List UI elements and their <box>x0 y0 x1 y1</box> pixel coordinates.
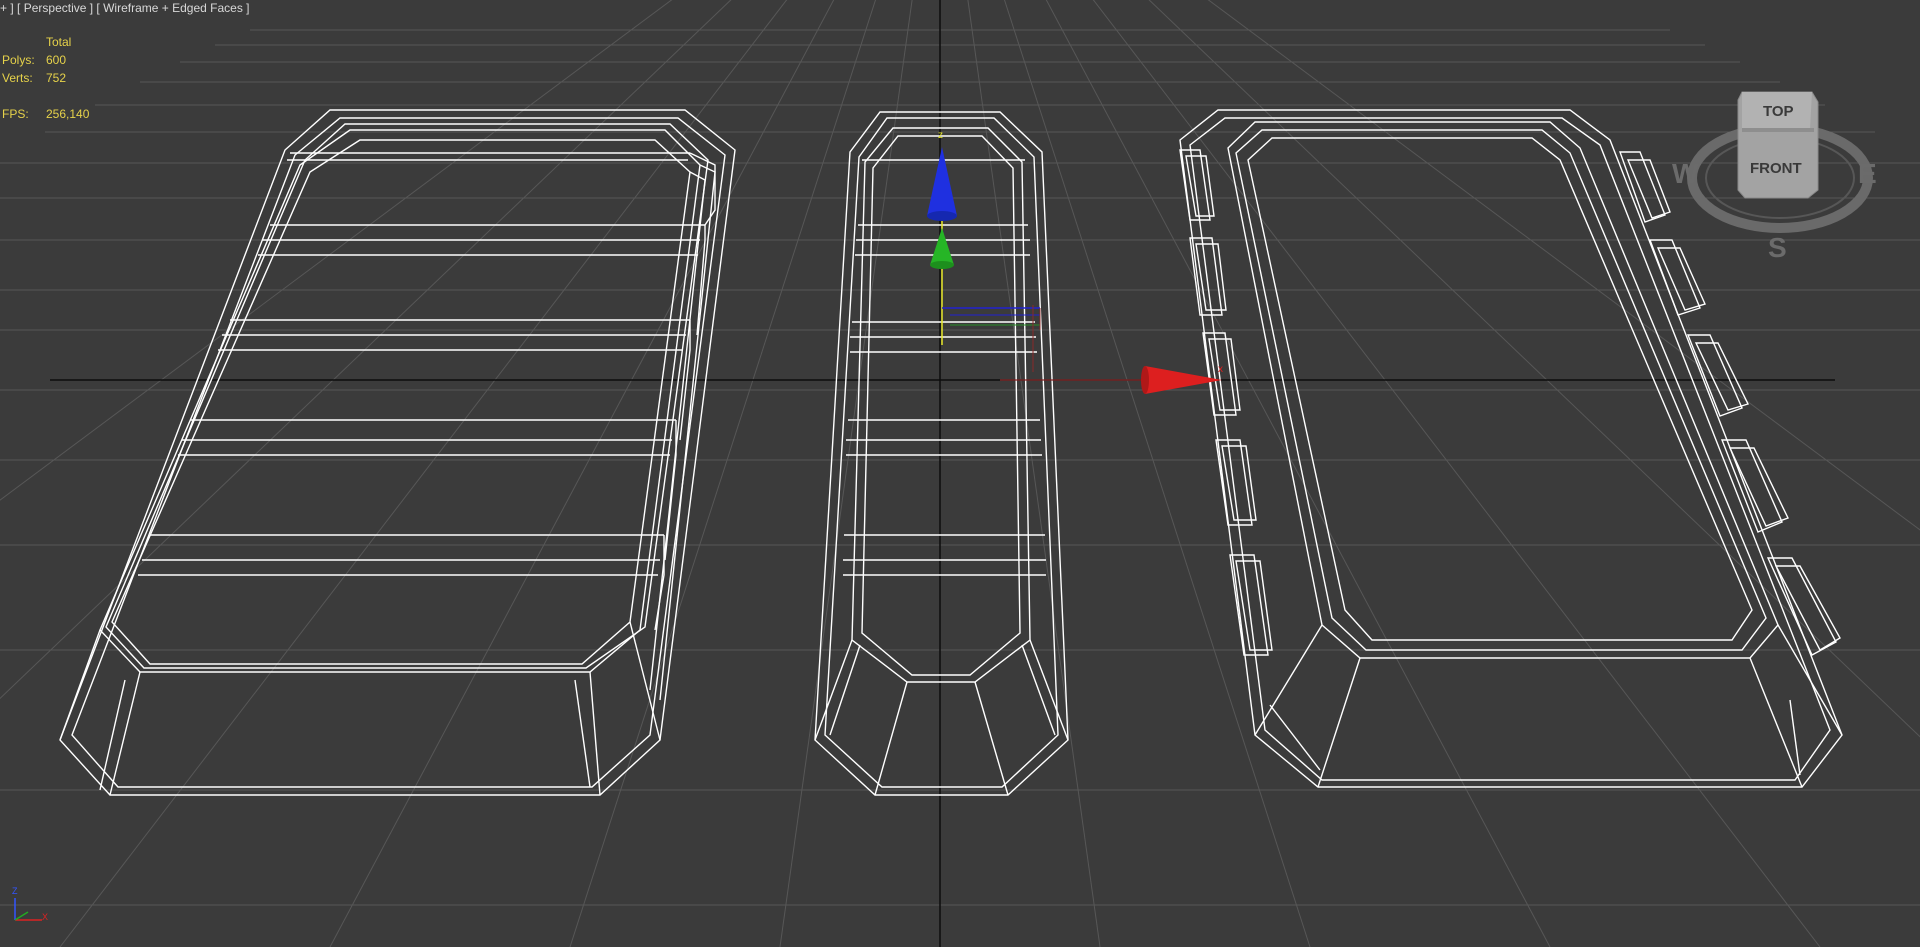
gizmo-y-arrow <box>930 228 954 265</box>
viewport-label-menu[interactable]: + ] [ Perspective ] [ Wireframe + Edged … <box>0 1 249 17</box>
gizmo-z-arrow <box>927 147 957 216</box>
transform-gizmo[interactable] <box>927 147 1222 394</box>
verts-label: Verts: <box>2 71 33 85</box>
viewcube-front-face[interactable]: FRONT <box>1750 160 1802 177</box>
fps-value: 256,140 <box>46 107 90 121</box>
viewport-plus-menu[interactable]: + <box>0 1 7 15</box>
compass-south[interactable]: S <box>1768 232 1787 264</box>
tripod-z-label: Z <box>12 886 18 896</box>
fps-label: FPS: <box>2 107 29 121</box>
gizmo-x-label: x <box>1218 364 1223 375</box>
inner-ribs <box>138 152 716 631</box>
gizmo-z-label: z <box>938 130 943 141</box>
tripod-x-label: X <box>42 912 49 922</box>
stats-header: Total <box>46 35 72 49</box>
grid <box>0 0 1920 947</box>
mesh-object-right[interactable] <box>1179 109 1843 788</box>
world-axes <box>50 0 1835 947</box>
polys-value: 600 <box>46 53 67 67</box>
polys-label: Polys: <box>2 53 35 67</box>
viewcube-top-face[interactable]: TOP <box>1763 103 1794 120</box>
mesh-object-left[interactable] <box>59 109 736 796</box>
viewport-canvas[interactable] <box>0 0 1920 947</box>
shading-label[interactable]: [ Wireframe + Edged Faces ] <box>96 1 249 15</box>
axis-tripod <box>14 898 42 921</box>
viewport-bracket: ] <box>10 1 14 15</box>
statistics-overlay: Total Polys: 600 Verts: 752 FPS: 256,140 <box>2 33 122 123</box>
compass-west[interactable]: W <box>1672 158 1698 190</box>
side-tabs-left <box>1179 149 1273 656</box>
compass-east[interactable]: E <box>1858 158 1877 190</box>
view-label[interactable]: [ Perspective ] <box>17 1 93 15</box>
verts-value: 752 <box>46 71 67 85</box>
perspective-viewport[interactable]: + ] [ Perspective ] [ Wireframe + Edged … <box>0 0 1920 947</box>
